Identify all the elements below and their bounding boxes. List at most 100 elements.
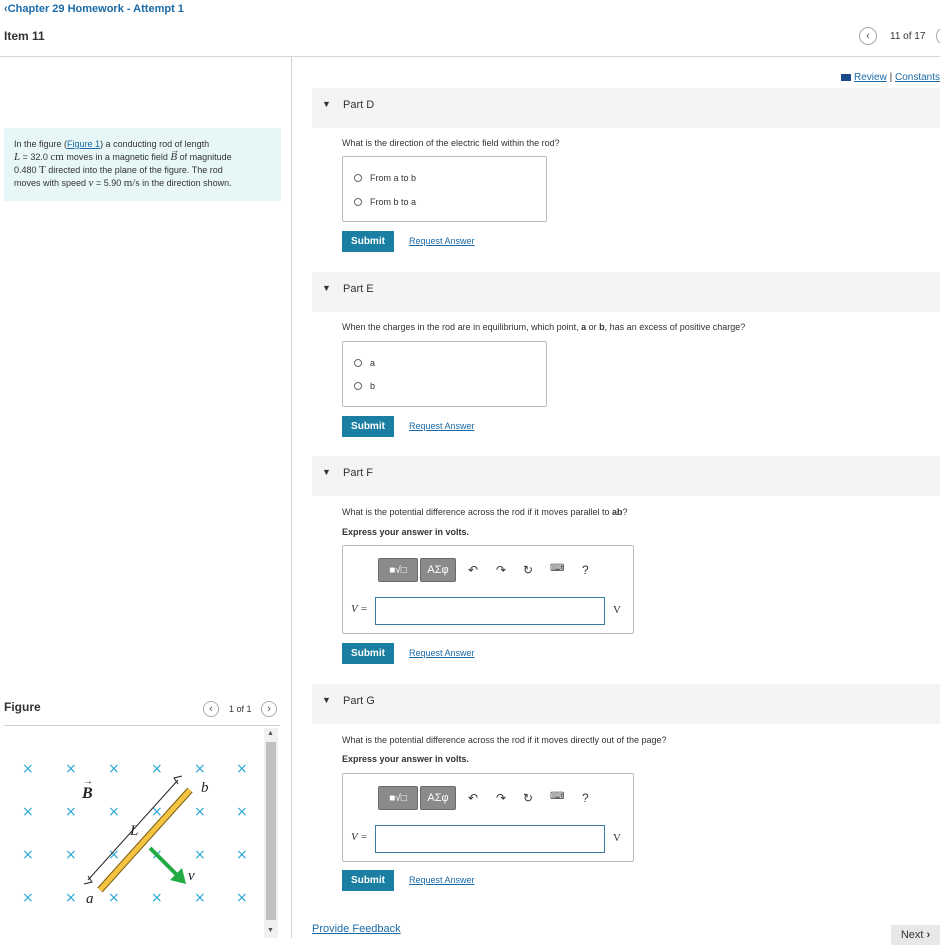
templates-button[interactable]: ■√□ — [378, 558, 418, 582]
undo-icon[interactable]: ↶ — [468, 791, 478, 805]
templates-button[interactable]: ■√□ — [378, 786, 418, 810]
length-unit: cm — [50, 151, 64, 163]
part-g-answer-input[interactable] — [375, 825, 605, 853]
intro-text: In the figure ( — [14, 139, 68, 149]
radio-button[interactable] — [354, 198, 362, 206]
next-item-button[interactable]: › — [936, 27, 940, 45]
field-x-mark: × — [22, 847, 34, 863]
part-e-question: When the charges in the rod are in equil… — [342, 322, 746, 332]
field-x-mark: × — [22, 890, 34, 906]
part-g-submit-button[interactable]: Submit — [342, 870, 394, 891]
intro-text: directed into the plane of the figure. T… — [45, 165, 223, 175]
part-g-request-answer-link[interactable]: Request Answer — [409, 875, 475, 885]
part-label: Part G — [343, 695, 375, 707]
part-f-answer-box: ■√□ ΑΣφ ↶ ↷ ↻ ⌨ ? V = V — [342, 545, 634, 634]
figure-title: Figure — [4, 700, 41, 714]
part-e-options: a b — [342, 341, 547, 407]
part-e-submit-button[interactable]: Submit — [342, 416, 394, 437]
speed-value: = 5.90 — [93, 178, 124, 188]
reset-icon[interactable]: ↻ — [523, 791, 533, 805]
breadcrumb-back-link[interactable]: ‹Chapter 29 Homework - Attempt 1 — [4, 3, 184, 15]
field-symbol: B → — [170, 145, 180, 163]
chevron-left-icon: ‹ — [866, 30, 870, 42]
field-x-mark: × — [108, 761, 120, 777]
length-value: = 32.0 — [20, 152, 51, 162]
part-e-header[interactable]: ▼ Part E — [312, 272, 940, 312]
field-x-mark: × — [65, 890, 77, 906]
option-label: a — [370, 358, 376, 368]
option-from-b-to-a[interactable]: From b to a — [354, 197, 416, 207]
option-label: b — [370, 381, 376, 391]
field-x-mark: × — [65, 804, 77, 820]
option-b[interactable]: b — [354, 381, 375, 391]
part-d-header[interactable]: ▼ Part D — [312, 88, 940, 128]
intro-text: in the direction shown. — [139, 178, 232, 188]
radio-button[interactable] — [354, 359, 362, 367]
field-x-mark: × — [22, 804, 34, 820]
redo-icon[interactable]: ↷ — [496, 791, 506, 805]
chevron-left-icon: ‹ — [209, 703, 213, 715]
provide-feedback-link[interactable]: Provide Feedback — [312, 923, 401, 935]
caret-down-icon: ▼ — [322, 283, 331, 293]
part-f-header[interactable]: ▼ Part F — [312, 456, 940, 496]
templates-icon: ■√□ — [389, 564, 407, 576]
field-x-mark: × — [108, 890, 120, 906]
field-vector-arrow: → — [83, 776, 93, 787]
chevron-right-icon: › — [926, 929, 931, 941]
field-x-mark: × — [194, 890, 206, 906]
redo-icon[interactable]: ↷ — [496, 563, 506, 577]
figure-next-button[interactable]: › — [261, 701, 277, 717]
option-label: From b to a — [370, 197, 417, 207]
symbols-button[interactable]: ΑΣφ — [420, 558, 456, 582]
part-f-instruction: Express your answer in volts. — [342, 527, 470, 537]
problem-intro: In the figure (Figure 1) a conducting ro… — [4, 128, 281, 201]
part-e-request-answer-link[interactable]: Request Answer — [409, 421, 475, 431]
option-from-a-to-b[interactable]: From a to b — [354, 173, 416, 183]
help-button[interactable]: ? — [582, 791, 589, 805]
figure-scroll-thumb[interactable] — [266, 742, 276, 920]
field-x-mark: × — [236, 804, 248, 820]
previous-item-button[interactable]: ‹ — [859, 27, 877, 45]
figure-pager-text: 1 of 1 — [229, 704, 252, 714]
field-x-mark: × — [65, 761, 77, 777]
field-unit: T — [39, 164, 46, 176]
keyboard-icon[interactable]: ⌨ — [550, 563, 564, 574]
next-label: Next — [900, 929, 924, 941]
part-f-request-answer-link[interactable]: Request Answer — [409, 648, 475, 658]
review-link[interactable]: Review — [854, 72, 887, 83]
constants-link[interactable]: Constants — [895, 72, 940, 83]
next-button[interactable]: Next › — [891, 925, 940, 945]
chevron-right-icon: › — [267, 703, 271, 715]
part-f-answer-input[interactable] — [375, 597, 605, 625]
intro-text: ) a conducting rod of length — [100, 139, 210, 149]
part-label: Part E — [343, 283, 374, 295]
part-d-request-answer-link[interactable]: Request Answer — [409, 236, 475, 246]
part-g-header[interactable]: ▼ Part G — [312, 684, 940, 724]
field-value: 0.480 — [14, 165, 40, 175]
answer-variable-label: V = — [351, 603, 368, 615]
reset-icon[interactable]: ↻ — [523, 563, 533, 577]
part-d-options: From a to b From b to a — [342, 156, 547, 222]
part-label: Part D — [343, 99, 375, 111]
speed-unit: m/s — [123, 177, 140, 189]
field-x-mark: × — [22, 761, 34, 777]
scroll-up-icon[interactable]: ▲ — [267, 730, 274, 737]
part-f-submit-button[interactable]: Submit — [342, 643, 394, 664]
undo-icon[interactable]: ↶ — [468, 563, 478, 577]
radio-button[interactable] — [354, 382, 362, 390]
option-a[interactable]: a — [354, 358, 375, 368]
part-d-submit-button[interactable]: Submit — [342, 231, 394, 252]
figure-label-a: a — [86, 891, 94, 907]
figure-prev-button[interactable]: ‹ — [203, 701, 219, 717]
breadcrumb-text: Chapter 29 Homework - Attempt 1 — [7, 3, 184, 15]
field-x-mark: × — [194, 804, 206, 820]
symbols-button[interactable]: ΑΣφ — [420, 786, 456, 810]
part-g-answer-box: ■√□ ΑΣφ ↶ ↷ ↻ ⌨ ? V = V — [342, 773, 634, 862]
help-button[interactable]: ? — [582, 563, 589, 577]
field-x-mark: × — [151, 761, 163, 777]
field-x-mark: × — [236, 761, 248, 777]
keyboard-icon[interactable]: ⌨ — [550, 791, 564, 802]
scroll-down-icon[interactable]: ▼ — [267, 927, 274, 934]
figure-link[interactable]: Figure 1 — [67, 139, 100, 149]
radio-button[interactable] — [354, 174, 362, 182]
